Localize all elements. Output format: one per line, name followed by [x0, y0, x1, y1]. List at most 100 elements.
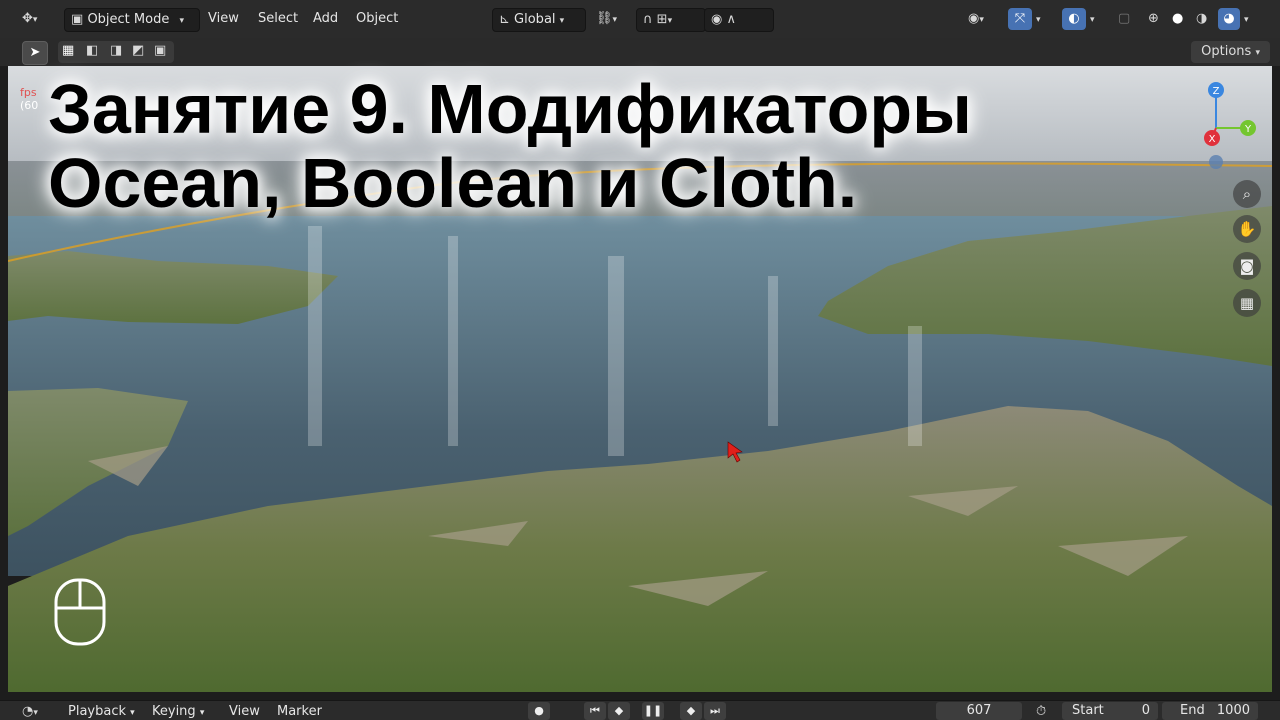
- eye-icon: ◉: [968, 11, 980, 26]
- rendered-sphere-icon: ◕: [1223, 11, 1235, 26]
- jump-start-icon: ⏮: [590, 704, 600, 717]
- pivot-point-dropdown[interactable]: ⛓▾: [596, 8, 630, 30]
- shading-dropdown[interactable]: ▾: [1244, 8, 1258, 30]
- jump-end-button[interactable]: ⏭: [704, 702, 726, 720]
- end-value: 1000: [1216, 703, 1250, 718]
- select-new-icon[interactable]: ▦: [62, 43, 74, 58]
- island-left-top: [8, 251, 338, 324]
- gizmo-icon: ⤧: [1014, 11, 1026, 26]
- chevron-down-icon: ▾: [667, 16, 673, 26]
- axis-gizmo: Z Y X: [1204, 82, 1256, 169]
- zoom-button[interactable]: ⌕: [1233, 180, 1261, 208]
- chevron-down-icon: ▾: [1090, 15, 1095, 25]
- gizmo-dropdown[interactable]: ▾: [1036, 8, 1050, 30]
- prev-keyframe-icon: ◆: [614, 704, 624, 717]
- end-frame-field[interactable]: End 1000: [1162, 702, 1258, 720]
- mode-dropdown[interactable]: ▣ Object Mode ▾: [64, 8, 200, 32]
- next-keyframe-button[interactable]: ◆: [680, 702, 702, 720]
- mode-label: Object Mode: [87, 12, 170, 27]
- select-tool-button[interactable]: ➤: [22, 41, 48, 65]
- falloff-icon: ∧: [726, 12, 736, 27]
- options-button[interactable]: Options ▾: [1191, 41, 1270, 63]
- fps-indicator: fps (60: [20, 86, 38, 112]
- water-reflections: [308, 226, 922, 456]
- pan-button[interactable]: ✋: [1233, 215, 1261, 243]
- axis-z-label: Z: [1213, 86, 1220, 97]
- chevron-down-icon: ▾: [130, 708, 135, 718]
- chevron-down-icon: ▾: [612, 15, 618, 25]
- timeline-editor-dropdown[interactable]: ◔▾: [22, 703, 38, 720]
- menu-keying[interactable]: Keying ▾: [152, 703, 204, 720]
- stopwatch-icon[interactable]: ⏱: [1036, 703, 1046, 720]
- select-intersect-icon[interactable]: ▣: [154, 43, 166, 58]
- lesson-title: Занятие 9. Модификаторы Ocean, Boolean и…: [48, 72, 972, 220]
- orientation-icon: ⊾: [499, 12, 510, 27]
- record-icon: ●: [534, 704, 544, 717]
- pause-button[interactable]: ❚❚: [642, 702, 664, 720]
- overlays-toggle[interactable]: ◐: [1062, 8, 1086, 30]
- selection-mode-group: ▦ ◧ ◨ ◩ ▣: [58, 41, 174, 63]
- shading-rendered[interactable]: ◕: [1218, 8, 1240, 30]
- chevron-down-icon: ▾: [1036, 15, 1041, 25]
- editor-type-dropdown[interactable]: ✥▾: [22, 8, 54, 30]
- jump-start-button[interactable]: ⏮: [584, 702, 606, 720]
- shading-wireframe[interactable]: ⊕: [1148, 8, 1170, 30]
- menu-object[interactable]: Object: [356, 8, 398, 30]
- chevron-down-icon: ▾: [199, 708, 205, 718]
- overlays-dropdown[interactable]: ▾: [1090, 8, 1104, 30]
- gizmo-toggle[interactable]: ⤧: [1008, 8, 1032, 30]
- jump-end-icon: ⏭: [710, 704, 720, 717]
- tool-options-bar: [0, 38, 1280, 66]
- select-invert-icon[interactable]: ◩: [132, 43, 144, 58]
- current-frame-field[interactable]: 607: [936, 702, 1022, 720]
- menu-playback-label: Playback: [68, 704, 127, 719]
- perspective-toggle-button[interactable]: ▦: [1233, 289, 1261, 317]
- mouse-indicator-icon: [54, 578, 106, 646]
- menu-view[interactable]: View: [208, 8, 239, 30]
- chevron-down-icon: ▾: [33, 708, 38, 718]
- transform-orientation-dropdown[interactable]: ⊾ Global ▾: [492, 8, 586, 32]
- camera-view-button[interactable]: ◙: [1233, 252, 1261, 280]
- transform-gizmo-icon: ✥: [22, 11, 33, 26]
- menu-timeline-view[interactable]: View: [229, 703, 260, 720]
- axis-neg-z-handle[interactable]: [1209, 155, 1223, 169]
- menu-select[interactable]: Select: [258, 8, 298, 30]
- start-value: 0: [1141, 703, 1150, 718]
- select-subtract-icon[interactable]: ◨: [110, 43, 122, 58]
- link-icon: ⛓: [596, 11, 613, 26]
- menu-playback[interactable]: Playback ▾: [68, 703, 135, 720]
- object-mode-icon: ▣: [71, 12, 84, 27]
- shading-solid[interactable]: ●: [1172, 8, 1194, 30]
- visibility-dropdown[interactable]: ◉▾: [968, 8, 1002, 30]
- title-line-2: Ocean, Boolean и Cloth.: [48, 144, 858, 222]
- island-right: [818, 206, 1272, 366]
- navigation-gizmo[interactable]: Z Y X: [1196, 76, 1266, 176]
- xray-toggle[interactable]: ▢: [1118, 8, 1138, 30]
- orientation-label: Global: [514, 12, 556, 27]
- start-frame-field[interactable]: Start 0: [1062, 702, 1158, 720]
- options-label: Options: [1201, 44, 1252, 59]
- chevron-down-icon: ▾: [32, 15, 38, 25]
- prev-keyframe-button[interactable]: ◆: [608, 702, 630, 720]
- record-button[interactable]: ●: [528, 702, 550, 720]
- snap-toggle[interactable]: ∩ ⊞▾: [636, 8, 706, 32]
- menu-add[interactable]: Add: [313, 8, 338, 30]
- menu-marker[interactable]: Marker: [277, 703, 322, 720]
- fps-value: (60: [20, 99, 39, 112]
- hand-icon: ✋: [1237, 220, 1257, 238]
- shading-material[interactable]: ◑: [1196, 8, 1218, 30]
- xray-icon: ▢: [1118, 11, 1131, 26]
- grid-perspective-icon: ▦: [1239, 294, 1255, 312]
- magnet-icon: ∩: [643, 12, 653, 27]
- proportional-icon: ◉: [711, 12, 723, 27]
- select-extend-icon[interactable]: ◧: [86, 43, 98, 58]
- proportional-editing[interactable]: ◉ ∧: [704, 8, 774, 32]
- title-line-1: Занятие 9. Модификаторы: [48, 70, 972, 148]
- chevron-down-icon: ▾: [1255, 48, 1260, 58]
- wireframe-sphere-icon: ⊕: [1148, 11, 1159, 26]
- timeline-header: ◔▾ Playback ▾ Keying ▾ View Marker ● ⏮ ◆…: [0, 700, 1280, 720]
- axis-y-label: Y: [1244, 124, 1252, 135]
- chevron-down-icon: ▾: [179, 16, 185, 26]
- pause-icon: ❚❚: [643, 704, 663, 717]
- next-keyframe-icon: ◆: [686, 704, 696, 717]
